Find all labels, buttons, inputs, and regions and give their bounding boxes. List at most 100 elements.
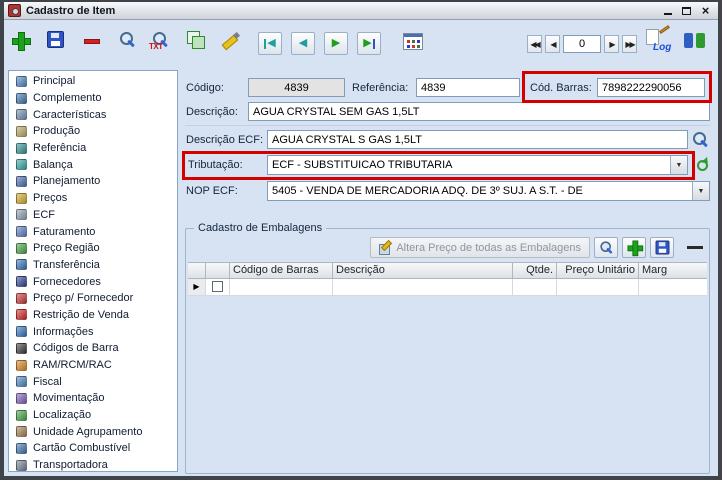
sidebar-item-ecf[interactable]: ECF <box>9 207 177 224</box>
sidebar-item-localizacao[interactable]: Localização <box>9 407 177 424</box>
grid-data-row[interactable]: ▶ <box>188 279 707 296</box>
grid-cell-empty[interactable] <box>557 279 639 296</box>
chevron-down-icon: ▼ <box>675 161 683 169</box>
app-icon <box>8 4 21 17</box>
column-header-descricao[interactable]: Descrição <box>333 262 513 279</box>
embalagem-search-button[interactable] <box>594 237 618 258</box>
sidebar-item-restricao-de-venda[interactable]: Restrição de Venda <box>9 307 177 324</box>
sidebar-item-preco-p-fornecedor[interactable]: Preço p/ Fornecedor <box>9 290 177 307</box>
copy-button[interactable] <box>187 31 205 49</box>
column-header-marg[interactable]: Marg <box>639 262 707 279</box>
record-number-field[interactable]: 0 <box>563 35 601 53</box>
sidebar-item-preco-regiao[interactable]: Preço Região <box>9 240 177 257</box>
sidebar-item-ram-rcm-rac[interactable]: RAM/RCM/RAC <box>9 357 177 374</box>
log-button[interactable]: Log <box>646 25 673 53</box>
close-button[interactable]: × <box>697 4 714 18</box>
add-button[interactable] <box>12 32 31 51</box>
sidebar-item-balanca[interactable]: Balança <box>9 156 177 173</box>
transportadora-icon <box>16 459 27 471</box>
nav-prev-button[interactable]: ◀ <box>291 32 315 55</box>
tributacao-dropdown[interactable]: ECF - SUBSTITUICAO TRIBUTARIA ▼ <box>267 155 688 175</box>
record-first-button[interactable]: ◀◀ <box>527 35 542 53</box>
grid-cell-empty[interactable] <box>230 279 333 296</box>
title-bar[interactable]: Cadastro de Item × <box>4 2 718 20</box>
column-header-blank[interactable] <box>188 262 206 279</box>
alter-price-button[interactable]: Altera Preço de todas as Embalagens <box>370 237 590 258</box>
movimentacao-icon <box>16 392 27 404</box>
clear-button[interactable] <box>222 31 240 49</box>
row-select-cell[interactable] <box>206 279 230 296</box>
nav-last-button[interactable]: ▶ <box>357 32 381 55</box>
grid-cell-empty[interactable] <box>513 279 557 296</box>
grid-view-button[interactable] <box>403 33 423 50</box>
sidebar-item-fornecedores[interactable]: Fornecedores <box>9 273 177 290</box>
cod-barras-label: Cód. Barras: <box>530 82 592 94</box>
fornecedores-icon <box>16 276 27 288</box>
grid-cell-empty[interactable] <box>333 279 513 296</box>
complemento-icon <box>16 92 27 104</box>
sidebar-item-label: ECF <box>33 208 55 221</box>
nop-ecf-dropdown-button[interactable]: ▼ <box>692 182 709 200</box>
column-header-qtde[interactable]: Qtde. <box>513 262 557 279</box>
grid-header-row: Código de Barras Descrição Qtde. Preço Unit… <box>188 262 707 279</box>
record-next-button[interactable]: ▶ <box>604 35 619 53</box>
sidebar-item-referencia[interactable]: Referência <box>9 140 177 157</box>
sidebar-item-cartao-combustivel[interactable]: Cartão Combustível <box>9 440 177 457</box>
search-button[interactable] <box>119 31 136 48</box>
sidebar-item-precos[interactable]: Preços <box>9 190 177 207</box>
sidebar-item-fiscal[interactable]: Fiscal <box>9 373 177 390</box>
log-pencil-icon <box>659 25 670 34</box>
sidebar-item-label: Preço p/ Fornecedor <box>33 292 134 305</box>
tributacao-refresh-button[interactable] <box>693 156 712 175</box>
checkbox-icon[interactable] <box>212 281 223 292</box>
sidebar-item-label: Balança <box>33 158 73 171</box>
sidebar-item-informacoes[interactable]: Informações <box>9 323 177 340</box>
brush-icon <box>222 31 240 49</box>
delete-button[interactable] <box>84 39 100 44</box>
descricao-ecf-field[interactable] <box>267 130 688 149</box>
sidebar-item-label: Fornecedores <box>33 275 101 288</box>
column-header-preco-unitario[interactable]: Preço Unitário <box>557 262 639 279</box>
exit-button[interactable] <box>684 32 705 50</box>
maximize-button[interactable] <box>678 4 695 18</box>
sidebar-item-complemento[interactable]: Complemento <box>9 90 177 107</box>
search-icon <box>119 31 136 48</box>
sidebar-item-caracteristicas[interactable]: Características <box>9 106 177 123</box>
cod-barras-field[interactable] <box>597 78 705 97</box>
record-prev-button[interactable]: ◀ <box>545 35 560 53</box>
descricao-ecf-search-button[interactable] <box>691 130 710 149</box>
sidebar-item-unidade-agrupamento[interactable]: Unidade Agrupamento <box>9 423 177 440</box>
collapse-minus-icon[interactable] <box>687 246 703 249</box>
sidebar-item-codigos-de-barra[interactable]: Códigos de Barra <box>9 340 177 357</box>
sidebar-item-label: Produção <box>33 125 81 138</box>
embalagem-save-button[interactable] <box>650 237 674 258</box>
sidebar-item-faturamento[interactable]: Faturamento <box>9 223 177 240</box>
referencia-field[interactable] <box>416 78 520 97</box>
sidebar-item-transportadora[interactable]: Transportadora <box>9 457 177 471</box>
sidebar-tree: Principal Complemento Características Produ… <box>8 70 178 472</box>
sidebar-item-label: Preços <box>33 192 68 205</box>
sidebar-item-producao[interactable]: Produção <box>9 123 177 140</box>
save-button[interactable] <box>47 31 64 48</box>
record-last-button[interactable]: ▶▶ <box>622 35 637 53</box>
refresh-icon <box>697 160 708 171</box>
sidebar-item-planejamento[interactable]: Planejamento <box>9 173 177 190</box>
arrow-right-icon: ▶ <box>363 37 372 49</box>
column-header-blank[interactable] <box>206 262 230 279</box>
sidebar-item-principal[interactable]: Principal <box>9 73 177 90</box>
last-bar-icon <box>372 38 375 49</box>
grid-cell-empty[interactable] <box>639 279 707 296</box>
column-header-codigo-de-barras[interactable]: Código de Barras <box>230 262 333 279</box>
sidebar-item-movimentacao[interactable]: Movimentação <box>9 390 177 407</box>
minimize-button[interactable] <box>659 4 676 18</box>
nop-ecf-dropdown[interactable]: 5405 - VENDA DE MERCADORIA ADQ. DE 3º SU… <box>267 181 710 201</box>
tributacao-dropdown-button[interactable]: ▼ <box>670 156 687 174</box>
codigo-field[interactable] <box>248 78 345 97</box>
embalagens-grid: Código de Barras Descrição Qtde. Preço Unit… <box>188 262 707 296</box>
nav-next-button[interactable]: ▶ <box>324 32 348 55</box>
search-txt-button[interactable]: TXT <box>149 31 169 51</box>
sidebar-item-transferencia[interactable]: Transferência <box>9 257 177 274</box>
descricao-field[interactable] <box>248 102 710 121</box>
embalagem-add-button[interactable] <box>622 237 646 258</box>
nav-first-button[interactable]: ◀ <box>258 32 282 55</box>
